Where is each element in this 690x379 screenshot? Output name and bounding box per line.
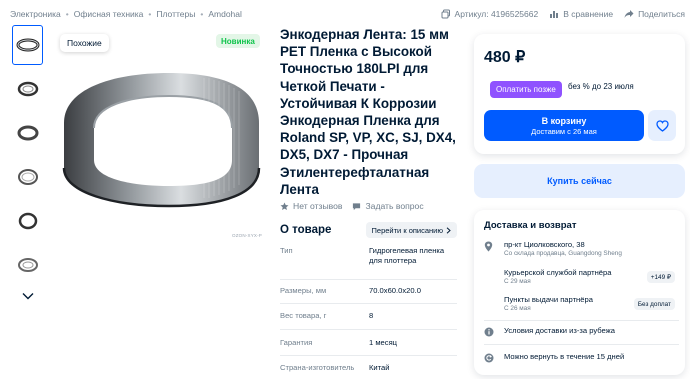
share-label: Поделиться — [638, 9, 685, 19]
conditions-label: Условия доставки из-за рубежа — [504, 326, 615, 335]
thumbnail-image — [17, 125, 38, 141]
breadcrumb-item[interactable]: Плоттеры — [156, 9, 195, 19]
product-meta: Нет отзывов Задать вопрос — [280, 201, 424, 211]
no-interest-text: без % до 23 июля — [568, 82, 634, 91]
product-title: Энкодерная Лента: 15 мм PET Пленка с Выс… — [280, 27, 456, 197]
spec-value: Китай — [369, 363, 390, 372]
thumbnail-image — [18, 212, 37, 230]
thumbnails-scroll-down[interactable] — [12, 289, 43, 303]
copy-icon — [441, 9, 450, 19]
spec-row: Страна-изготовитель Китай — [280, 356, 457, 378]
new-badge: Новинка — [216, 34, 260, 48]
chevron-down-icon — [22, 293, 33, 300]
spec-value: 70.0x60.0x20.0 — [369, 286, 421, 295]
thumbnail[interactable] — [12, 25, 43, 65]
about-title: О товаре — [280, 224, 332, 236]
spec-value: 1 месяц — [369, 338, 398, 347]
add-to-cart-button[interactable]: В корзину Доставим с 26 мая — [484, 110, 644, 141]
spec-row: Размеры, мм 70.0x60.0x20.0 — [280, 280, 457, 304]
thumbnail[interactable] — [12, 69, 43, 109]
breadcrumb-item[interactable]: Amdohal — [208, 9, 242, 19]
pickup-price: Без доплат — [633, 298, 675, 310]
spec-row: Тип Гидрогелевая пленка для плоттера — [280, 240, 457, 280]
ask-question-link[interactable]: Задать вопрос — [352, 201, 424, 211]
product-image[interactable] — [54, 28, 269, 238]
thumbnail-image — [16, 38, 39, 52]
thumbnail[interactable] — [12, 113, 43, 153]
reviews-link[interactable]: Нет отзывов — [280, 201, 342, 211]
return-icon — [484, 353, 494, 363]
compare-button[interactable]: В сравнение — [549, 9, 613, 19]
image-watermark: OZON-XYX-P — [232, 233, 263, 238]
spec-key: Вес товара, г — [280, 311, 327, 320]
pickup-label: Пункты выдачи партнёра — [504, 295, 593, 304]
thumbnail[interactable] — [12, 245, 43, 285]
top-bar: Электроника • Офисная техника • Плоттеры… — [10, 6, 685, 22]
spec-key: Тип — [280, 246, 293, 255]
specs-table: Тип Гидрогелевая пленка для плоттера Раз… — [280, 240, 457, 378]
divider — [484, 320, 679, 321]
thumbnail[interactable] — [12, 201, 43, 241]
thumbnail-list — [12, 25, 45, 303]
breadcrumb: Электроника • Офисная техника • Плоттеры… — [10, 9, 242, 19]
go-to-description-label: Перейти к описанию — [371, 225, 443, 235]
breadcrumb-separator: • — [148, 9, 152, 19]
spec-key: Размеры, мм — [280, 286, 327, 295]
pickup-date: С 26 мая — [504, 305, 531, 312]
top-actions: Артикул: 4196525662 В сравнение Поделить… — [441, 9, 685, 19]
cart-label: В корзину — [541, 115, 587, 126]
delivery-card: Доставка и возврат пр-кт Циолковского, 3… — [474, 210, 685, 375]
reviews-label: Нет отзывов — [293, 201, 343, 211]
spec-row: Вес товара, г 8 — [280, 304, 457, 330]
spec-value: 8 — [369, 311, 374, 320]
delivery-option-courier[interactable]: Курьерской службой партнёра С 29 мая +14… — [484, 268, 679, 290]
star-icon — [280, 202, 289, 210]
buy-now-button[interactable]: Купить сейчас — [474, 164, 685, 198]
similar-button[interactable]: Похожие — [60, 34, 109, 52]
spec-key: Гарантия — [280, 338, 313, 347]
favorite-button[interactable] — [648, 110, 676, 141]
return-label: Можно вернуть в течение 15 дней — [504, 352, 625, 361]
spec-value: Гидрогелевая пленка для плоттера — [369, 246, 445, 265]
thumbnail-image — [17, 81, 38, 97]
delivery-title: Доставка и возврат — [484, 220, 577, 231]
location-pin-icon — [484, 241, 493, 252]
share-button[interactable]: Поделиться — [624, 9, 685, 19]
delivery-option-pickup[interactable]: Пункты выдачи партнёра С 26 мая Без допл… — [484, 295, 679, 317]
delivery-address[interactable]: пр-кт Циолковского, 38 Со склада продавц… — [484, 240, 679, 262]
cart-delivery-date: Доставим с 26 мая — [531, 126, 597, 136]
go-to-description-button[interactable]: Перейти к описанию — [365, 222, 457, 238]
about-header: О товаре Перейти к описанию — [280, 222, 457, 238]
price-card: 480 ₽ Оплатить позже без % до 23 июля В … — [474, 34, 685, 154]
breadcrumb-separator: • — [65, 9, 69, 19]
article-number[interactable]: Артикул: 4196525662 — [441, 9, 539, 19]
chat-icon — [353, 202, 361, 210]
address-line: пр-кт Циолковского, 38 — [504, 240, 585, 249]
thumbnail-image — [17, 169, 38, 185]
compare-label: В сравнение — [563, 9, 614, 19]
delivery-conditions-link[interactable]: Условия доставки из-за рубежа — [484, 326, 679, 338]
warehouse-line: Со склада продавца, Guangdong Sheng — [504, 250, 622, 257]
spec-key: Страна-изготовитель — [280, 363, 355, 372]
breadcrumb-item[interactable]: Электроника — [10, 9, 61, 19]
courier-date: С 29 мая — [504, 278, 531, 285]
courier-label: Курьерской службой партнёра — [504, 268, 612, 277]
return-policy-link[interactable]: Можно вернуть в течение 15 дней — [484, 352, 679, 364]
article-label: Артикул: 4196525662 — [454, 9, 539, 19]
chevron-right-icon — [446, 226, 451, 234]
share-icon — [624, 10, 634, 18]
pay-later-button[interactable]: Оплатить позже — [490, 81, 562, 98]
info-icon — [484, 327, 494, 337]
courier-price: +149 ₽ — [646, 271, 675, 283]
ask-question-label: Задать вопрос — [365, 201, 424, 211]
thumbnail[interactable] — [12, 157, 43, 197]
breadcrumb-separator: • — [200, 9, 204, 19]
divider — [484, 344, 679, 345]
price: 480 ₽ — [484, 49, 526, 66]
breadcrumb-item[interactable]: Офисная техника — [74, 9, 144, 19]
heart-icon — [655, 119, 669, 132]
spec-row: Гарантия 1 месяц — [280, 330, 457, 356]
compare-icon — [550, 11, 559, 18]
thumbnail-image — [17, 258, 38, 272]
